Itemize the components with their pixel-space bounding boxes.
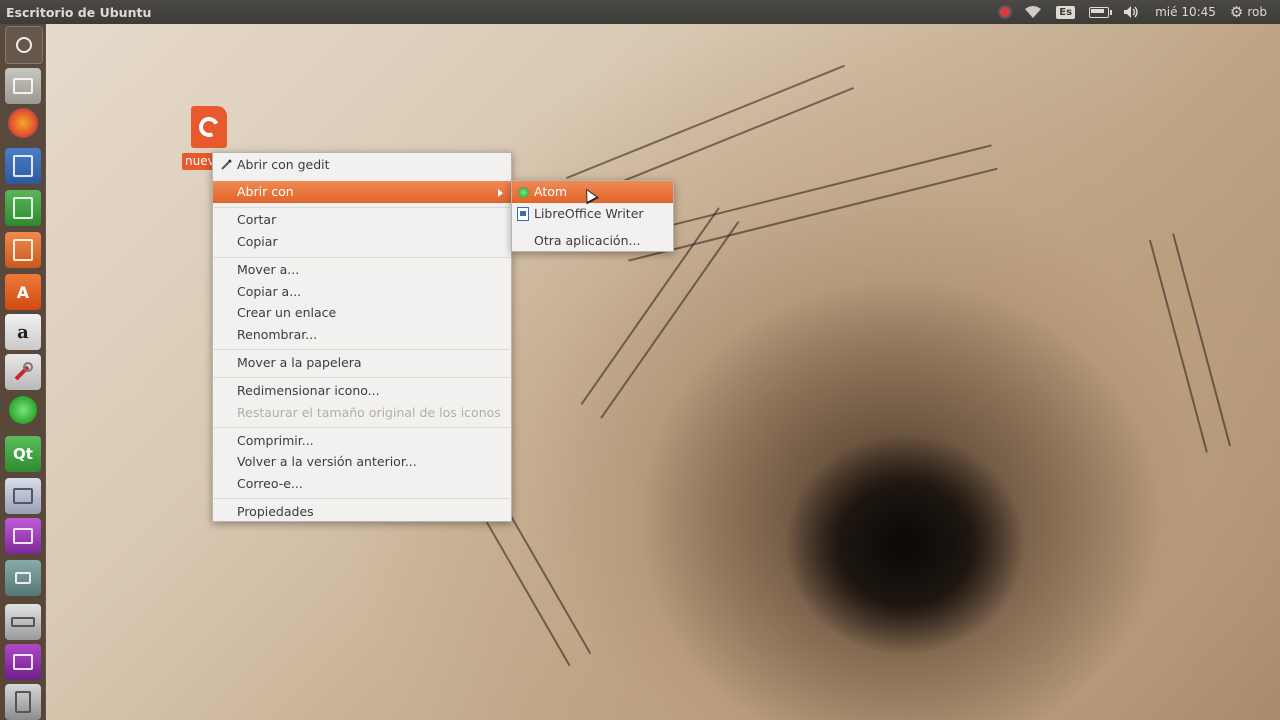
menu-revert-version[interactable]: Volver a la versión anterior... xyxy=(213,451,511,473)
keyboard-layout-icon[interactable]: Es xyxy=(1049,0,1082,24)
menu-copy-to[interactable]: Copiar a... xyxy=(213,281,511,303)
menu-item-label: Abrir con xyxy=(237,184,294,199)
libreoffice-writer-app-icon xyxy=(517,207,529,221)
menu-separator xyxy=(214,498,510,499)
qt-creator-icon[interactable]: Qt xyxy=(5,436,41,472)
menu-open-with-gedit[interactable]: Abrir con gedit xyxy=(213,154,511,176)
purple-app-icon[interactable] xyxy=(5,644,41,680)
wallpaper-staff xyxy=(622,144,998,262)
firefox-icon[interactable] xyxy=(8,108,38,138)
wallpaper-staff xyxy=(1148,233,1232,453)
menu-restore-icon-size: Restaurar el tamaño original de los icon… xyxy=(237,405,501,420)
menu-email[interactable]: Correo-e... xyxy=(213,473,511,495)
menu-cut[interactable]: Cortar xyxy=(213,209,511,231)
small-app-icon[interactable] xyxy=(5,560,41,596)
indicator-area: Es mié 10:45 ⚙ rob xyxy=(993,0,1280,24)
atom-logo-icon xyxy=(196,114,222,140)
ubuntu-dash-icon[interactable] xyxy=(5,26,43,64)
menu-open-with[interactable]: Abrir con xyxy=(213,181,511,203)
files-icon[interactable] xyxy=(5,68,41,104)
menu-separator xyxy=(214,257,510,258)
menu-make-link[interactable]: Crear un enlace xyxy=(213,302,511,324)
wifi-icon[interactable] xyxy=(1017,0,1049,24)
menu-copy[interactable]: Copiar xyxy=(213,231,511,253)
menu-move-to-trash[interactable]: Mover a la papelera xyxy=(213,352,511,374)
menu-rename[interactable]: Renombrar... xyxy=(213,324,511,346)
menu-compress[interactable]: Comprimir... xyxy=(213,430,511,452)
launcher: A a Qt xyxy=(0,24,46,720)
top-panel: Escritorio de Ubuntu Es mié 10:45 ⚙ rob xyxy=(0,0,1280,24)
record-indicator-icon[interactable] xyxy=(993,0,1017,24)
remmina-icon[interactable] xyxy=(5,478,41,514)
keyboard-layout-label: Es xyxy=(1056,5,1076,19)
submenu-item-label: LibreOffice Writer xyxy=(534,206,644,221)
menu-separator xyxy=(214,207,510,208)
menu-separator xyxy=(214,427,510,428)
libreoffice-impress-icon[interactable] xyxy=(5,232,41,268)
screen-recorder-icon[interactable] xyxy=(5,518,41,554)
context-menu: Abrir con gedit Abrir con Cortar Copiar … xyxy=(212,152,512,522)
menu-resize-icon[interactable]: Redimensionar icono... xyxy=(213,380,511,402)
session-menu[interactable]: ⚙ rob xyxy=(1223,0,1274,24)
gedit-icon xyxy=(221,159,232,170)
drive-icon[interactable] xyxy=(5,604,41,640)
clock[interactable]: mié 10:45 xyxy=(1148,0,1223,24)
panel-title: Escritorio de Ubuntu xyxy=(6,4,152,20)
atom-app-icon xyxy=(518,187,529,198)
submenu-item-label: Atom xyxy=(534,184,568,199)
user-name: rob xyxy=(1247,5,1267,19)
submenu-libreoffice-writer[interactable]: LibreOffice Writer xyxy=(512,203,673,225)
menu-properties[interactable]: Propiedades xyxy=(213,501,511,523)
libreoffice-writer-icon[interactable] xyxy=(5,148,41,184)
battery-icon[interactable] xyxy=(1082,0,1116,24)
amazon-icon[interactable]: a xyxy=(5,314,41,350)
menu-move-to[interactable]: Mover a... xyxy=(213,259,511,281)
green-app-icon[interactable] xyxy=(9,396,37,424)
libreoffice-calc-icon[interactable] xyxy=(5,190,41,226)
volume-icon[interactable] xyxy=(1116,0,1148,24)
menu-separator xyxy=(214,377,510,378)
menu-item-label: Abrir con gedit xyxy=(237,157,330,172)
ubuntu-software-center-icon[interactable]: A xyxy=(5,274,41,310)
desktop-file-icon[interactable] xyxy=(191,106,227,148)
trash-icon[interactable] xyxy=(5,684,41,720)
menu-separator xyxy=(214,349,510,350)
submenu-arrow-icon xyxy=(498,189,503,197)
submenu-other-application[interactable]: Otra aplicación... xyxy=(512,230,673,252)
system-settings-icon[interactable] xyxy=(5,354,41,390)
session-gear-icon: ⚙ xyxy=(1229,3,1244,21)
